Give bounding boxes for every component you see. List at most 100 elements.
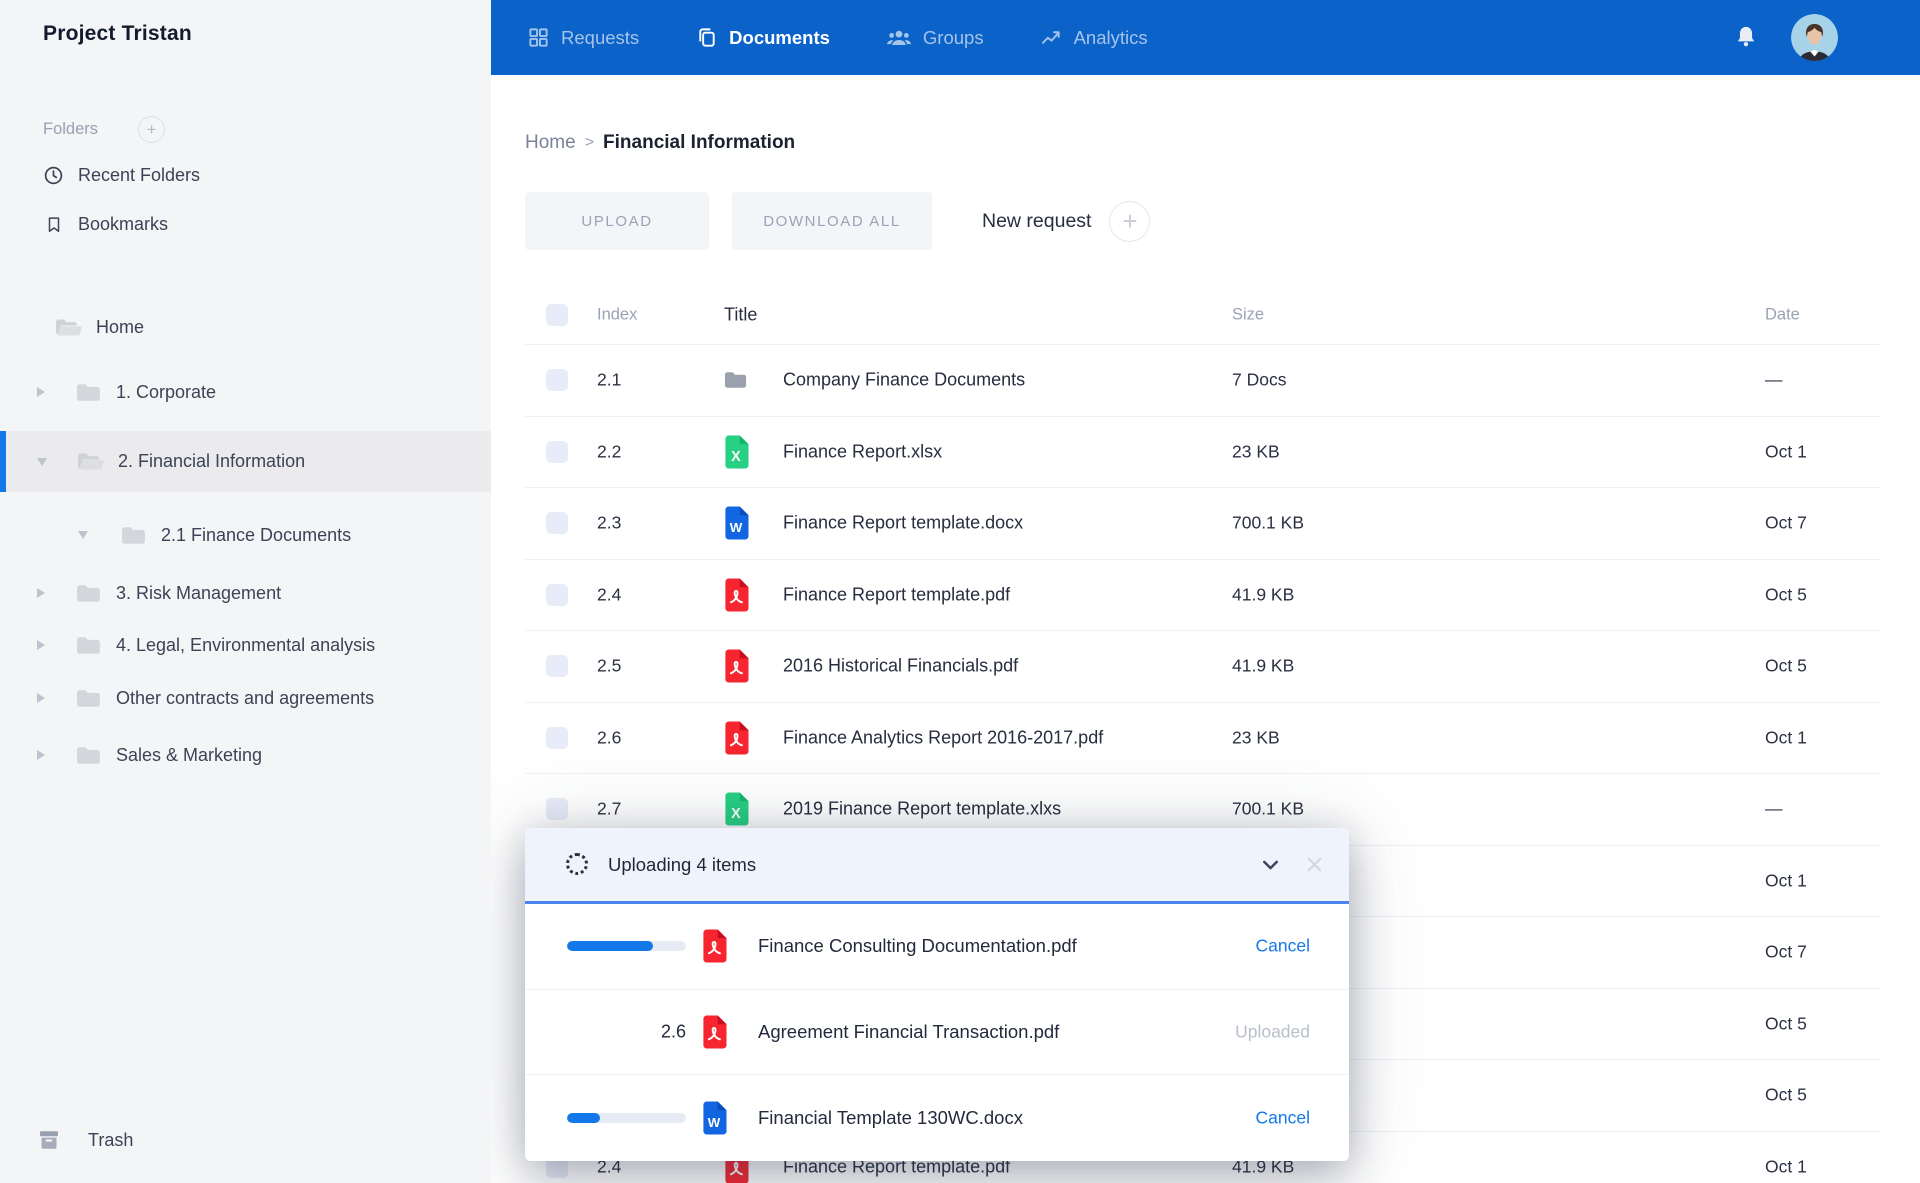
nav-tab[interactable]: Documents	[695, 26, 830, 49]
row-checkbox[interactable]	[546, 798, 568, 820]
row-size: 23 KB	[1232, 441, 1280, 462]
breadcrumb-home-link[interactable]: Home	[525, 132, 576, 154]
header-date: Date	[1765, 305, 1800, 324]
nav-tab-label: Groups	[923, 27, 984, 49]
tree-caret-icon[interactable]	[37, 640, 45, 650]
new-request-button[interactable]: New request +	[982, 201, 1150, 242]
close-icon[interactable]	[1303, 853, 1326, 876]
nav-tab[interactable]: Analytics	[1040, 26, 1148, 49]
file-type-icon: X	[724, 793, 751, 826]
folder-icon	[120, 525, 148, 546]
row-title: Finance Report template.docx	[783, 513, 1023, 534]
main-content: Home > Financial Information UPLOAD DOWN…	[491, 75, 1920, 1183]
folder-tree-item[interactable]: 1. Corporate	[0, 369, 491, 415]
row-date: Oct 5	[1765, 584, 1807, 605]
table-row[interactable]: 2.1 Company Finance Documents 7 Docs —	[525, 345, 1880, 417]
row-checkbox[interactable]	[546, 369, 568, 391]
row-checkbox[interactable]	[546, 727, 568, 749]
nav-tab-icon	[886, 25, 912, 51]
row-index: 2.1	[597, 370, 621, 391]
sidebar-item-trash[interactable]: Trash	[36, 1117, 133, 1163]
breadcrumb-separator: >	[585, 134, 594, 152]
folder-icon	[75, 635, 103, 656]
folder-label: Sales & Marketing	[116, 745, 262, 766]
tree-caret-icon[interactable]	[37, 588, 45, 598]
add-folder-button[interactable]: +	[138, 116, 165, 143]
folder-tree-item[interactable]: Home	[0, 304, 491, 350]
row-title: Finance Report.xlsx	[783, 441, 942, 462]
select-all-checkbox[interactable]	[546, 304, 568, 326]
row-checkbox[interactable]	[546, 512, 568, 534]
download-all-button[interactable]: DOWNLOAD ALL	[732, 192, 932, 250]
folder-label: 3. Risk Management	[116, 583, 281, 604]
row-checkbox[interactable]	[546, 441, 568, 463]
folder-label: 4. Legal, Environmental analysis	[116, 635, 375, 656]
new-request-label: New request	[982, 210, 1091, 233]
sidebar-item-recent-folders[interactable]: Recent Folders	[43, 160, 200, 190]
tree-caret-icon[interactable]	[78, 531, 88, 539]
folder-tree-item[interactable]: 2.1 Finance Documents	[0, 512, 491, 558]
row-checkbox[interactable]	[546, 584, 568, 606]
cancel-link[interactable]: Cancel	[1256, 936, 1310, 957]
tree-caret-icon[interactable]	[37, 458, 47, 466]
nav-tab-icon	[695, 26, 718, 49]
row-title: 2016 Historical Financials.pdf	[783, 656, 1018, 677]
svg-text:W: W	[730, 520, 743, 535]
table-row[interactable]: 2.4 Finance Report template.pdf 41.9 KB …	[525, 560, 1880, 632]
user-avatar[interactable]	[1791, 14, 1838, 61]
row-title: Company Finance Documents	[783, 370, 1025, 391]
table-header: Index Title Size Date	[525, 285, 1880, 345]
upload-item: Finance Consulting Documentation.pdf Can…	[525, 904, 1349, 990]
tree-caret-icon[interactable]	[37, 750, 45, 760]
folder-label: Other contracts and agreements	[116, 688, 374, 709]
folder-tree-item[interactable]: Sales & Marketing	[0, 732, 491, 778]
upload-item-name: Agreement Financial Transaction.pdf	[758, 1021, 1059, 1043]
folder-tree-item[interactable]: Other contracts and agreements	[0, 675, 491, 721]
table-row[interactable]: 2.5 2016 Historical Financials.pdf 41.9 …	[525, 631, 1880, 703]
tree-caret-icon[interactable]	[37, 693, 45, 703]
cancel-link[interactable]: Cancel	[1256, 1107, 1310, 1128]
row-checkbox[interactable]	[546, 655, 568, 677]
sidebar-item-label: Bookmarks	[78, 214, 168, 235]
trash-icon	[36, 1128, 62, 1152]
upload-item-index: 2.6	[567, 1021, 686, 1042]
nav-tab[interactable]: Groups	[886, 25, 984, 51]
row-size: 41.9 KB	[1232, 656, 1294, 677]
row-date: Oct 5	[1765, 1013, 1807, 1034]
plus-icon: +	[1109, 201, 1150, 242]
folder-tree-item[interactable]: 4. Legal, Environmental analysis	[0, 622, 491, 668]
breadcrumb: Home > Financial Information	[525, 132, 795, 154]
nav-tab-label: Requests	[561, 27, 639, 49]
upload-panel-header: Uploading 4 items	[525, 828, 1349, 901]
notifications-bell-icon[interactable]	[1733, 24, 1759, 50]
row-index: 2.7	[597, 799, 621, 820]
tree-caret-icon[interactable]	[37, 387, 45, 397]
nav-tab-icon	[1040, 26, 1063, 49]
progress-bar	[567, 941, 686, 951]
row-title: Finance Analytics Report 2016-2017.pdf	[783, 727, 1103, 748]
folder-tree-item[interactable]: 3. Risk Management	[0, 570, 491, 616]
upload-button[interactable]: UPLOAD	[525, 192, 709, 250]
file-type-icon: X	[724, 435, 751, 468]
folder-icon	[75, 382, 103, 403]
sidebar-item-bookmarks[interactable]: Bookmarks	[43, 209, 168, 239]
progress-bar	[567, 1113, 686, 1123]
row-size: 700.1 KB	[1232, 799, 1304, 820]
sidebar: Project Tristan Folders + Recent Folders…	[0, 0, 491, 1183]
table-row[interactable]: 2.3 W Finance Report template.docx 700.1…	[525, 488, 1880, 560]
file-type-icon	[724, 650, 751, 683]
folder-label: 2.1 Finance Documents	[161, 525, 351, 546]
table-row[interactable]: 2.2 X Finance Report.xlsx 23 KB Oct 1	[525, 417, 1880, 489]
nav-tab[interactable]: Requests	[527, 26, 639, 49]
chevron-down-icon[interactable]	[1258, 852, 1283, 877]
file-type-icon	[724, 578, 751, 611]
folder-tree-item[interactable]: 2. Financial Information	[0, 431, 491, 492]
row-date: Oct 1	[1765, 727, 1807, 748]
row-date: Oct 1	[1765, 1156, 1807, 1177]
svg-text:W: W	[708, 1115, 721, 1130]
project-title: Project Tristan	[43, 22, 192, 46]
upload-items-list: Finance Consulting Documentation.pdf Can…	[525, 904, 1349, 1161]
table-row[interactable]: 2.6 Finance Analytics Report 2016-2017.p…	[525, 703, 1880, 775]
svg-text:X: X	[731, 806, 741, 822]
svg-text:X: X	[731, 449, 741, 465]
